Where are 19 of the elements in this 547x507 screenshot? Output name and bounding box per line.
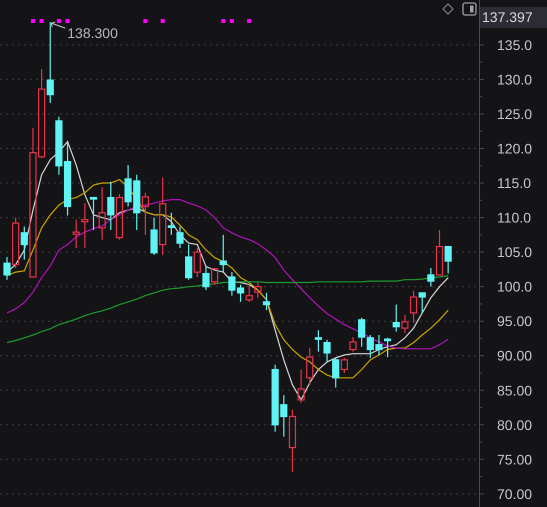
axis-label: 80.00: [497, 416, 532, 433]
axis-label: 130.0: [497, 71, 532, 88]
axis-label: 85.00: [497, 382, 532, 398]
axis-label: 95.00: [497, 313, 532, 330]
panel-toggle-icon[interactable]: [462, 2, 477, 16]
current-price-tag: 137.397: [480, 7, 547, 28]
axis-label: 100.0: [497, 278, 532, 295]
axis-label: 115.0: [497, 175, 531, 192]
axis-label: 70.00: [497, 486, 532, 502]
axis-label: 120.0: [497, 140, 532, 156]
diamond-icon[interactable]: [442, 3, 454, 15]
high-price-label: 138.300: [67, 25, 118, 42]
leader-line: [50, 22, 66, 29]
axis-label: 90.00: [497, 348, 532, 364]
axis-label: 105.0: [497, 244, 532, 260]
axis-label: 135.0: [497, 36, 532, 53]
axis-label: 75.00: [497, 451, 532, 468]
axis-label: 110.0: [497, 210, 531, 226]
axis-label: 125.0: [497, 106, 532, 122]
